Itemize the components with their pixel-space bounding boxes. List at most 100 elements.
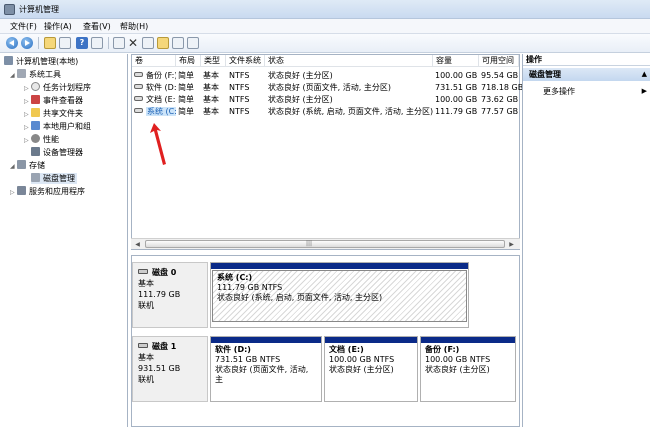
disk-size: 931.51 GB	[138, 364, 181, 373]
menu-help[interactable]: 帮助(H)	[120, 21, 148, 32]
forward-arrow-icon[interactable]	[21, 37, 33, 49]
disk-title: 磁盘 0	[152, 268, 177, 277]
volume-capacity: 100.00 GB	[435, 95, 478, 104]
tree-label: 磁盘管理	[43, 174, 75, 183]
help-icon[interactable]: ?	[76, 37, 88, 49]
actions-section-label: 磁盘管理	[529, 70, 561, 79]
properties-icon[interactable]	[91, 37, 103, 49]
partition-bar	[211, 263, 468, 269]
tree-label: 共享文件夹	[43, 109, 83, 118]
scroll-left-icon[interactable]: ◀	[133, 240, 142, 249]
actions-pane: 操作 磁盘管理 ▲ 更多操作 ▶	[522, 54, 650, 427]
volume-type: 基本	[203, 83, 219, 92]
expand-icon[interactable]: ▷	[24, 122, 31, 133]
tree-label: 存储	[29, 161, 45, 170]
expand-icon[interactable]: ▷	[24, 96, 31, 107]
column-header-free-space[interactable]: 可用空间	[479, 55, 519, 67]
performance-icon	[31, 134, 40, 143]
volume-fs: NTFS	[229, 95, 250, 104]
menu-view[interactable]: 查看(V)	[83, 21, 111, 32]
volume-name: 文档 (E:)	[146, 95, 176, 104]
disk-type: 基本	[138, 353, 154, 362]
volume-list-scrollbar[interactable]: ◀ ||| ▶	[131, 238, 520, 249]
tree-label: 本地用户和组	[43, 122, 91, 131]
partition-size: 100.00 GB NTFS	[329, 355, 395, 364]
delete-icon[interactable]: ✕	[127, 37, 139, 49]
up-folder-icon[interactable]	[44, 37, 56, 49]
title-bar: 计算机管理	[0, 0, 650, 19]
table-row[interactable]: 文档 (E:) 简单 基本 NTFS 状态良好 (主分区) 100.00 GB …	[132, 94, 519, 105]
column-header-layout[interactable]: 布局	[176, 55, 201, 67]
disk-type: 基本	[138, 279, 154, 288]
disk-icon	[138, 269, 148, 274]
column-header-status[interactable]: 状态	[265, 55, 433, 67]
back-arrow-icon[interactable]	[6, 37, 18, 49]
tree-item-root[interactable]: 计算机管理(本地)	[4, 56, 78, 67]
tree-label: 性能	[43, 135, 59, 144]
checklist-icon[interactable]	[142, 37, 154, 49]
column-header-volume[interactable]: 卷	[132, 55, 176, 67]
disk-0-label[interactable]: 磁盘 0 基本 111.79 GB 联机	[132, 262, 208, 328]
table-row[interactable]: 系统 (C:) 简单 基本 NTFS 状态良好 (系统, 启动, 页面文件, 活…	[132, 106, 519, 117]
drive-icon	[134, 72, 143, 77]
partition-f[interactable]: 备份 (F:) 100.00 GB NTFS 状态良好 (主分区)	[420, 336, 516, 402]
partition-status: 状态良好 (主分区)	[329, 365, 394, 374]
collapse-icon[interactable]: ◢	[10, 70, 17, 81]
tree-item-device-manager[interactable]: 设备管理器	[31, 147, 83, 158]
tree-item-services-apps[interactable]: ▷ 服务和应用程序	[10, 186, 85, 197]
tree-item-event-viewer[interactable]: ▷ 事件查看器	[24, 95, 83, 106]
partition-d[interactable]: 软件 (D:) 731.51 GB NTFS 状态良好 (页面文件, 活动, 主	[210, 336, 322, 402]
partition-size: 731.51 GB NTFS	[215, 355, 281, 364]
tree-item-shared-folders[interactable]: ▷ 共享文件夹	[24, 108, 83, 119]
services-icon	[17, 186, 26, 195]
console-tree-icon[interactable]	[59, 37, 71, 49]
tree-item-system-tools[interactable]: ◢ 系统工具	[10, 69, 61, 80]
tree-item-performance[interactable]: ▷ 性能	[24, 134, 59, 145]
partition-status: 状态良好 (页面文件, 活动, 主	[215, 365, 309, 384]
expand-icon[interactable]: ▷	[10, 187, 17, 198]
partition-c[interactable]: 系统 (C:) 111.79 GB NTFS 状态良好 (系统, 启动, 页面文…	[210, 262, 469, 328]
tree-item-task-scheduler[interactable]: ▷ 任务计划程序	[24, 82, 91, 93]
scrollbar-thumb[interactable]	[145, 240, 505, 248]
volume-free: 718.18 GB	[481, 83, 524, 92]
collapse-up-icon[interactable]: ▲	[642, 68, 647, 81]
table-row[interactable]: 软件 (D:) 简单 基本 NTFS 状态良好 (页面文件, 活动, 主分区) …	[132, 82, 523, 93]
volume-free: 77.57 GB	[481, 107, 519, 116]
open-folder-icon[interactable]	[157, 37, 169, 49]
disk-1-label[interactable]: 磁盘 1 基本 931.51 GB 联机	[132, 336, 208, 402]
tree-label: 任务计划程序	[43, 83, 91, 92]
volume-layout: 简单	[178, 83, 194, 92]
volume-capacity: 111.79 GB	[435, 107, 478, 116]
volume-status: 状态良好 (主分区)	[268, 95, 333, 104]
tree-label: 事件查看器	[43, 96, 83, 105]
toolbar-separator	[108, 37, 109, 49]
clock-icon	[31, 82, 40, 91]
tree-item-local-users[interactable]: ▷ 本地用户和组	[24, 121, 91, 132]
actions-section-disk-management[interactable]: 磁盘管理 ▲	[523, 68, 650, 81]
tree-item-storage[interactable]: ◢ 存储	[10, 160, 45, 171]
more-actions-item[interactable]: 更多操作 ▶	[543, 86, 647, 97]
menu-file[interactable]: 文件(F)	[10, 21, 37, 32]
menu-action[interactable]: 操作(A)	[44, 21, 72, 32]
partition-name: 文档 (E:)	[329, 345, 364, 354]
menu-bar: 文件(F) 操作(A) 查看(V) 帮助(H)	[0, 19, 650, 34]
column-header-filesystem[interactable]: 文件系统	[226, 55, 265, 67]
partition-e[interactable]: 文档 (E:) 100.00 GB NTFS 状态良好 (主分区)	[324, 336, 418, 402]
table-row[interactable]: 备份 (F:) 简单 基本 NTFS 状态良好 (主分区) 100.00 GB …	[132, 70, 519, 81]
actions-header: 操作	[523, 54, 650, 66]
search-icon[interactable]	[172, 37, 184, 49]
scroll-right-icon[interactable]: ▶	[507, 240, 516, 249]
column-header-type[interactable]: 类型	[201, 55, 226, 67]
refresh-icon[interactable]	[113, 37, 125, 49]
column-header-capacity[interactable]: 容量	[433, 55, 479, 67]
expand-icon[interactable]: ▷	[24, 135, 31, 146]
drive-icon	[134, 84, 143, 89]
tree-item-disk-management[interactable]: 磁盘管理	[31, 173, 77, 184]
collapse-icon[interactable]: ◢	[10, 161, 17, 172]
window-title: 计算机管理	[19, 5, 59, 14]
expand-icon[interactable]: ▷	[24, 109, 31, 120]
disk-icon	[138, 343, 148, 348]
disk-properties-icon[interactable]	[187, 37, 199, 49]
expand-icon[interactable]: ▷	[24, 83, 31, 94]
volume-status: 状态良好 (主分区)	[268, 71, 333, 80]
